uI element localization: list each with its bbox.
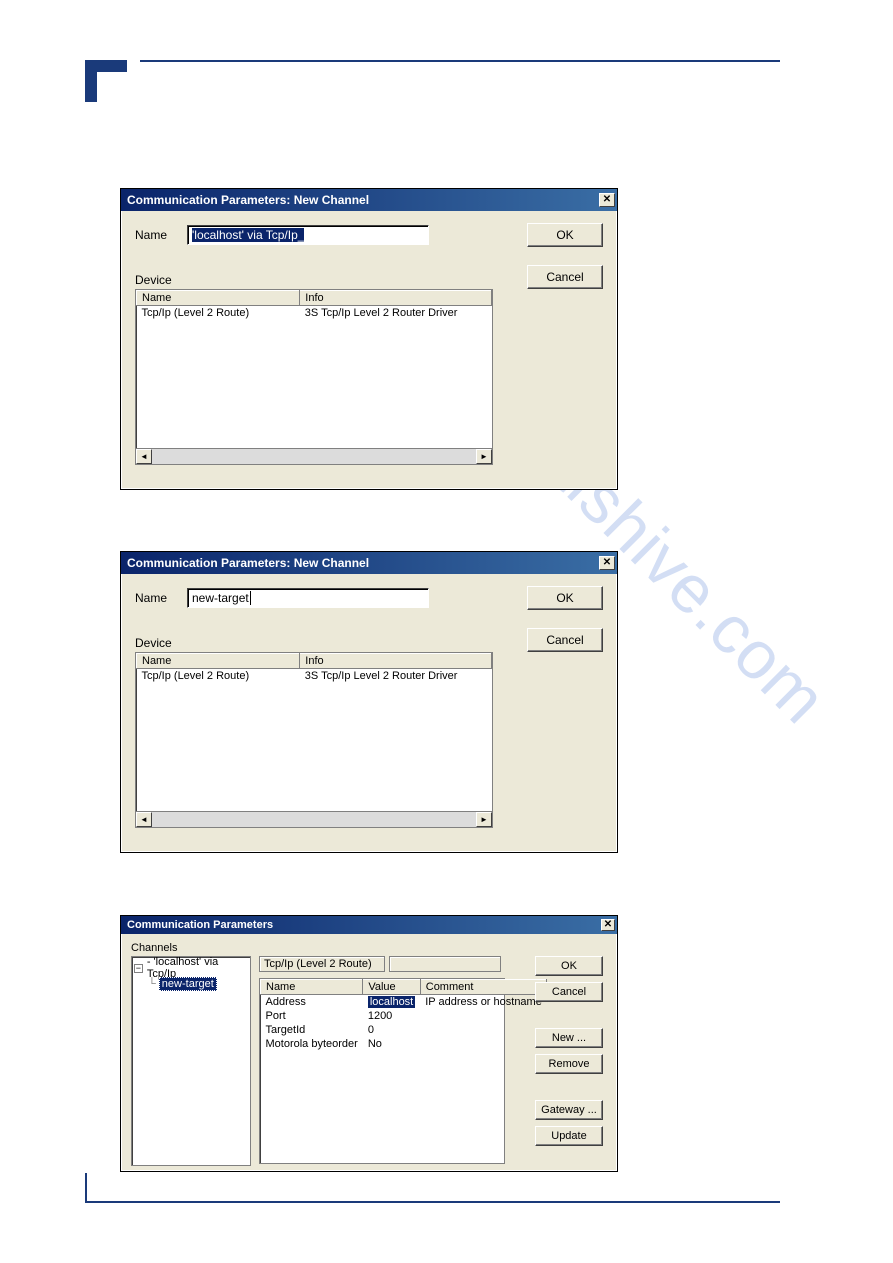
ok-button[interactable]: OK — [527, 223, 603, 247]
device-list-row[interactable]: Tcp/Ip (Level 2 Route) 3S Tcp/Ip Level 2… — [137, 306, 492, 321]
gateway-button[interactable]: Gateway ... — [535, 1100, 603, 1120]
cancel-button[interactable]: Cancel — [527, 265, 603, 289]
device-listbox[interactable]: Name Info Tcp/Ip (Level 2 Route) 3S Tcp/… — [135, 289, 493, 465]
col-name: Name — [261, 980, 363, 995]
params-list-header: Name Value Comment — [261, 980, 547, 995]
ok-button[interactable]: OK — [527, 586, 603, 610]
col-name: Name — [137, 291, 300, 306]
new-channel-dialog-1: Communication Parameters: New Channel ✕ … — [120, 188, 618, 490]
scroll-right-icon[interactable]: ► — [476, 812, 492, 827]
cancel-button[interactable]: Cancel — [527, 628, 603, 652]
close-icon[interactable]: ✕ — [601, 919, 615, 931]
device-name: Tcp/Ip (Level 2 Route) — [137, 669, 300, 684]
comm-params-dialog: Communication Parameters ✕ Channels − - … — [120, 915, 618, 1172]
new-channel-dialog-2: Communication Parameters: New Channel ✕ … — [120, 551, 618, 853]
channel-tree[interactable]: − - 'localhost' via Tcp/Ip └ new-target — [131, 956, 251, 1166]
close-icon[interactable]: ✕ — [599, 193, 615, 207]
col-value: Value — [363, 980, 420, 995]
ok-button[interactable]: OK — [535, 956, 603, 976]
device-info: 3S Tcp/Ip Level 2 Router Driver — [300, 669, 492, 684]
title-text: Communication Parameters: New Channel — [127, 552, 369, 574]
name-value: 'localhost' via Tcp/Ip_ — [192, 228, 304, 242]
param-row[interactable]: Port 1200 — [261, 1009, 547, 1023]
col-comment: Comment — [420, 980, 547, 995]
collapse-icon[interactable]: − — [134, 964, 143, 973]
col-info: Info — [300, 291, 492, 306]
cancel-button[interactable]: Cancel — [535, 982, 603, 1002]
scroll-left-icon[interactable]: ◄ — [136, 449, 152, 464]
channel-type-panel: Tcp/Ip (Level 2 Route) — [259, 956, 385, 972]
title-text: Communication Parameters — [127, 916, 273, 934]
param-row[interactable]: TargetId 0 — [261, 1023, 547, 1037]
horizontal-scrollbar[interactable]: ◄ ► — [136, 811, 492, 827]
new-button[interactable]: New ... — [535, 1028, 603, 1048]
title-text: Communication Parameters: New Channel — [127, 189, 369, 211]
titlebar[interactable]: Communication Parameters ✕ — [121, 916, 617, 934]
params-listbox[interactable]: Name Value Comment Address localhost IP … — [259, 978, 505, 1164]
name-label: Name — [135, 591, 175, 605]
param-row[interactable]: Motorola byteorder No — [261, 1037, 547, 1051]
param-row[interactable]: Address localhost IP address or hostname — [261, 995, 547, 1010]
close-icon[interactable]: ✕ — [599, 556, 615, 570]
col-name: Name — [137, 654, 300, 669]
titlebar[interactable]: Communication Parameters: New Channel ✕ — [121, 552, 617, 574]
tree-child-label: new-target — [159, 977, 217, 991]
tree-root[interactable]: − - 'localhost' via Tcp/Ip — [134, 960, 248, 976]
scroll-right-icon[interactable]: ► — [476, 449, 492, 464]
channel-extra-panel — [389, 956, 501, 972]
device-name: Tcp/Ip (Level 2 Route) — [137, 306, 300, 321]
device-list-header: Name Info — [137, 291, 492, 306]
name-label: Name — [135, 228, 175, 242]
device-list-row[interactable]: Tcp/Ip (Level 2 Route) 3S Tcp/Ip Level 2… — [137, 669, 492, 684]
name-value: new-target — [192, 591, 249, 605]
titlebar[interactable]: Communication Parameters: New Channel ✕ — [121, 189, 617, 211]
name-input[interactable]: 'localhost' via Tcp/Ip_ — [187, 225, 429, 245]
scroll-left-icon[interactable]: ◄ — [136, 812, 152, 827]
device-listbox[interactable]: Name Info Tcp/Ip (Level 2 Route) 3S Tcp/… — [135, 652, 493, 828]
device-list-header: Name Info — [137, 654, 492, 669]
channels-label: Channels — [131, 942, 607, 954]
horizontal-scrollbar[interactable]: ◄ ► — [136, 448, 492, 464]
device-info: 3S Tcp/Ip Level 2 Router Driver — [300, 306, 492, 321]
remove-button[interactable]: Remove — [535, 1054, 603, 1074]
col-info: Info — [300, 654, 492, 669]
update-button[interactable]: Update — [535, 1126, 603, 1146]
name-input[interactable]: new-target — [187, 588, 429, 608]
address-value[interactable]: localhost — [368, 996, 415, 1008]
